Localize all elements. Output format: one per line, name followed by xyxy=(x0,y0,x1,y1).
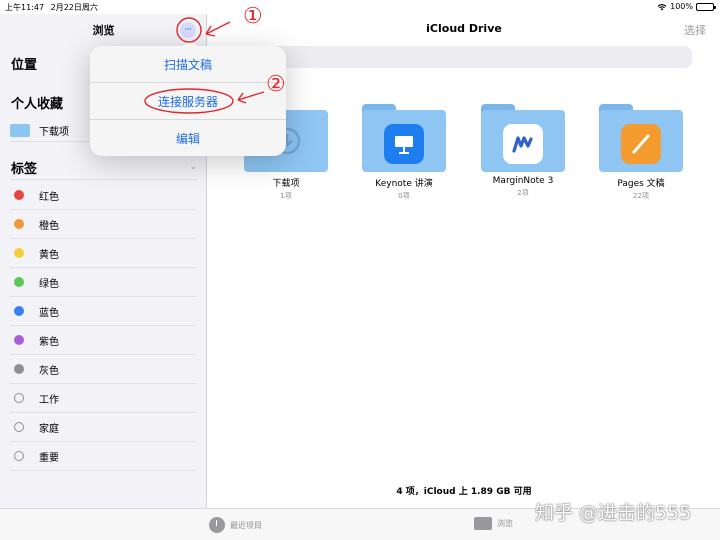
tags-section[interactable]: 标签 ⌄ xyxy=(11,158,197,180)
tag-item-yellow[interactable]: 黄色 xyxy=(10,239,196,268)
folder-count: 22项 xyxy=(633,192,649,200)
tag-item-blue[interactable]: 蓝色 xyxy=(10,297,196,326)
gray-dot-icon xyxy=(14,364,24,374)
tag-item-work[interactable]: 工作 xyxy=(10,384,196,413)
folder-pages[interactable]: Pages 文稿 22项 xyxy=(599,104,683,201)
menu-item-scan-documents[interactable]: 扫描文稿 xyxy=(90,46,286,82)
status-bar: 上午11:47 2月22日周六 100% xyxy=(0,0,720,14)
status-time: 上午11:47 2月22日周六 xyxy=(5,3,98,12)
pages-app-icon xyxy=(621,124,661,164)
folder-icon xyxy=(481,104,565,172)
folder-count: 2项 xyxy=(517,189,529,197)
empty-circle-icon xyxy=(14,451,24,461)
tag-item-important[interactable]: 重要 xyxy=(10,442,196,471)
search-input[interactable] xyxy=(218,46,692,68)
status-date: 2月22日周六 xyxy=(50,3,98,12)
wifi-icon xyxy=(657,3,667,10)
green-dot-icon xyxy=(14,277,24,287)
annotation-mark-1: ① xyxy=(243,4,263,29)
folder-name: Keynote 讲演 xyxy=(375,179,433,189)
tag-label: 工作 xyxy=(39,394,59,406)
battery-icon xyxy=(696,2,716,11)
folder-count: 0项 xyxy=(398,192,410,200)
yellow-dot-icon xyxy=(14,248,24,258)
tab-browse[interactable]: 浏览 xyxy=(474,517,513,530)
more-menu-popover: 扫描文稿 连接服务器 编辑 xyxy=(90,39,286,156)
purple-dot-icon xyxy=(14,335,24,345)
tag-label: 绿色 xyxy=(39,278,59,290)
folder-icon xyxy=(474,517,492,530)
marginnote-app-icon xyxy=(503,124,543,164)
tag-label: 重要 xyxy=(39,452,59,464)
tag-item-orange[interactable]: 橙色 xyxy=(10,210,196,239)
tag-label: 灰色 xyxy=(39,365,59,377)
folder-marginnote[interactable]: MarginNote 3 2项 xyxy=(481,104,565,198)
empty-circle-icon xyxy=(14,393,24,403)
tag-label: 紫色 xyxy=(39,336,59,348)
tag-item-purple[interactable]: 紫色 xyxy=(10,326,196,355)
tags-header: 标签 xyxy=(11,162,38,177)
folder-icon xyxy=(599,104,683,172)
folder-name: MarginNote 3 xyxy=(492,176,554,186)
sidebar-title: 浏览 xyxy=(92,24,115,37)
empty-circle-icon xyxy=(14,422,24,432)
tab-recents[interactable]: 最近项目 xyxy=(209,517,262,533)
chevron-down-icon: ⌄ xyxy=(189,162,197,172)
locations-header[interactable]: 位置 xyxy=(11,54,37,73)
tab-label: 最近项目 xyxy=(230,520,262,530)
select-button[interactable]: 选择 xyxy=(684,22,706,38)
tag-item-gray[interactable]: 灰色 xyxy=(10,355,196,384)
tag-label: 黄色 xyxy=(39,249,59,261)
storage-status: 4 项，iCloud 上 1.89 GB 可用 xyxy=(396,487,532,497)
tag-item-home[interactable]: 家庭 xyxy=(10,413,196,442)
page-title: iCloud Drive xyxy=(426,22,502,35)
clock-icon xyxy=(209,517,225,533)
tag-item-green[interactable]: 绿色 xyxy=(10,268,196,297)
menu-item-edit[interactable]: 编辑 xyxy=(90,120,286,156)
orange-dot-icon xyxy=(14,219,24,229)
tag-label: 橙色 xyxy=(39,220,59,232)
tab-label: 浏览 xyxy=(497,519,513,528)
blue-dot-icon xyxy=(14,306,24,316)
folder-icon xyxy=(362,104,446,172)
menu-item-connect-server[interactable]: 连接服务器 xyxy=(90,83,286,119)
folder-keynote[interactable]: Keynote 讲演 0项 xyxy=(362,104,446,201)
battery-percent: 100% xyxy=(670,2,693,11)
tag-label: 蓝色 xyxy=(39,307,59,319)
tag-label: 红色 xyxy=(39,191,59,203)
sidebar-item-label: 下载项 xyxy=(39,127,69,138)
more-button[interactable]: ··· xyxy=(180,22,196,38)
tag-item-red[interactable]: 红色 xyxy=(10,181,196,210)
folder-count: 1项 xyxy=(280,192,292,200)
watermark: 知乎 @进击的555 xyxy=(535,502,692,524)
keynote-app-icon xyxy=(384,124,424,164)
tag-label: 家庭 xyxy=(39,423,59,435)
folder-name: 下载项 xyxy=(272,179,300,189)
folder-name: Pages 文稿 xyxy=(617,179,665,189)
folder-icon xyxy=(10,124,30,137)
favorites-header[interactable]: 个人收藏 xyxy=(11,93,63,112)
annotation-mark-2: ② xyxy=(266,72,286,97)
red-dot-icon xyxy=(14,190,24,200)
